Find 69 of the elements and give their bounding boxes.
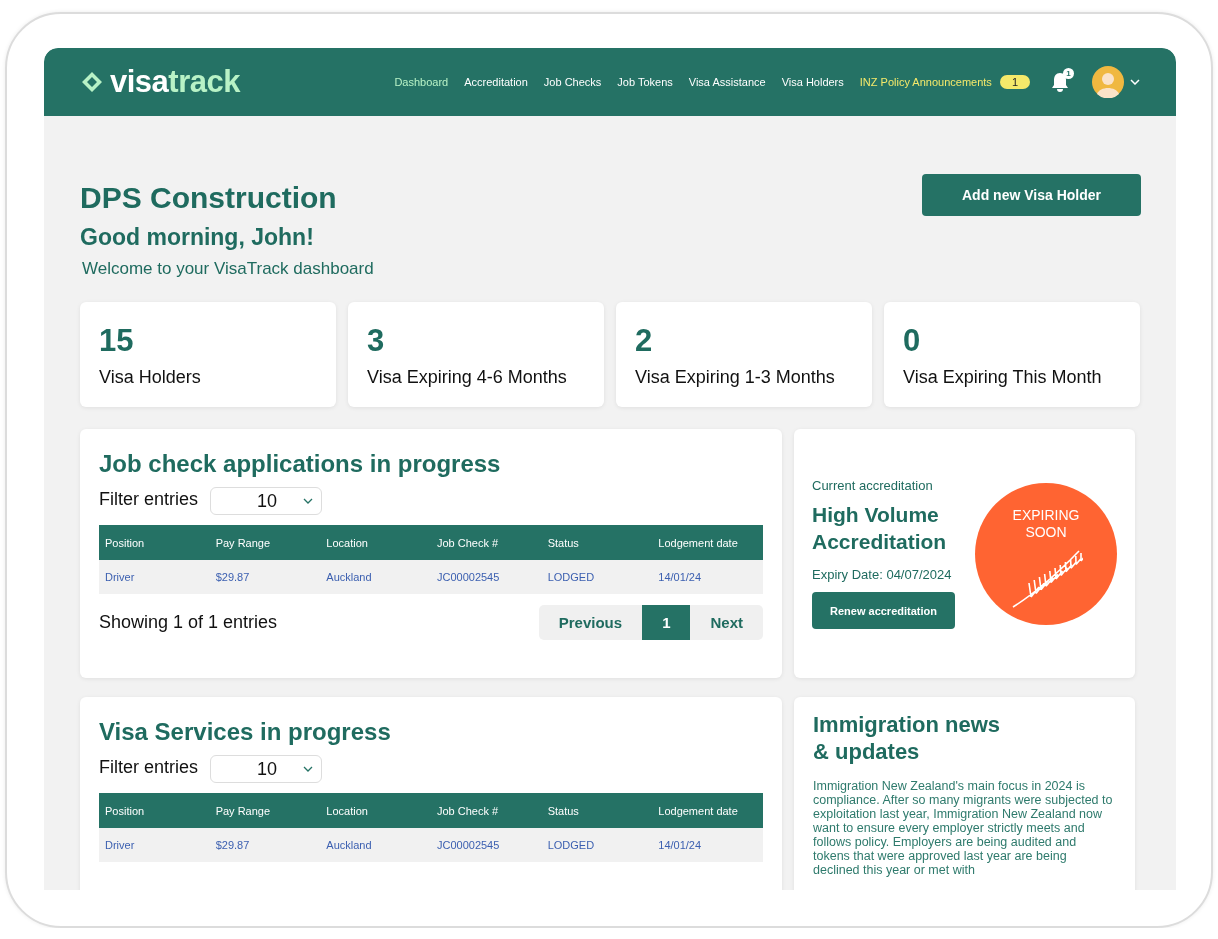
expiry-date: Expiry Date: 04/07/2024: [812, 567, 953, 582]
badge-text: EXPIRING SOON: [1011, 506, 1081, 541]
welcome-text: Welcome to your VisaTrack dashboard: [82, 259, 374, 279]
filter-label: Filter entries: [99, 488, 199, 510]
column-header: Location: [320, 525, 431, 560]
column-header: Pay Range: [209, 793, 321, 828]
column-header: Position: [99, 525, 210, 560]
pagination-button[interactable]: Previous: [538, 605, 643, 640]
stat-label: Visa Expiring 1-3 Months: [635, 367, 836, 388]
entries-dropdown[interactable]: 10: [210, 487, 323, 515]
table-cell[interactable]: Auckland: [320, 828, 431, 862]
filter-label: Filter entries: [99, 756, 199, 778]
entries-dropdown[interactable]: 10: [210, 755, 323, 783]
table-cell[interactable]: Auckland: [320, 560, 431, 594]
table-cell[interactable]: 14/01/24: [652, 828, 763, 862]
table-cell[interactable]: $29.87: [209, 828, 321, 862]
stat-label: Visa Holders: [99, 367, 202, 388]
card-title: Immigration news & updates: [813, 711, 1002, 765]
table-cell[interactable]: JC00002545: [430, 560, 542, 594]
news-text: Immigration New Zealand's main focus in 2024 is compliance. After so many migrants were subjected to exploitation last year, Immigration New Zealand now want to ensure every employer strictly meets and follows policy. Employers are being audited and tokens that were approved last year are being declined this year or met with: [813, 779, 1114, 877]
bell-icon[interactable]: [1050, 71, 1070, 93]
logo-text: visatrack: [110, 64, 240, 100]
column-header: Job Check #: [430, 793, 542, 828]
chevron-down-icon[interactable]: [1130, 79, 1140, 85]
table-cell[interactable]: 14/01/24: [652, 560, 763, 594]
table-cell[interactable]: LODGED: [541, 828, 653, 862]
stat-value: 0: [903, 324, 922, 358]
column-header: Pay Range: [209, 525, 321, 560]
nav-link[interactable]: Job Checks: [543, 76, 602, 88]
column-header: Position: [99, 793, 210, 828]
table-cell[interactable]: JC00002545: [430, 828, 542, 862]
diamond-logo-icon: [80, 70, 104, 94]
accreditation-label: Current accreditation: [812, 478, 934, 493]
add-visa-holder-button[interactable]: Add new Visa Holder: [922, 174, 1141, 216]
chevron-down-icon: [303, 498, 314, 504]
nav-link[interactable]: Accreditation: [464, 76, 528, 88]
nav-link[interactable]: INZ Policy Announcements: [859, 76, 992, 88]
chevron-down-icon: [303, 766, 314, 772]
nav-link[interactable]: Job Tokens: [617, 76, 673, 88]
column-header: Lodgement date: [652, 793, 763, 828]
renew-button[interactable]: Renew accreditation: [812, 592, 955, 629]
table-cell[interactable]: Driver: [99, 560, 210, 594]
nav-link[interactable]: Visa Holders: [781, 76, 844, 88]
card-title: Job check applications in progress: [99, 449, 502, 479]
count-badge: 1: [999, 75, 1030, 89]
table-cell[interactable]: Driver: [99, 828, 210, 862]
pagination-button[interactable]: 1: [642, 605, 691, 640]
avatar-icon[interactable]: [1092, 66, 1124, 98]
table-cell[interactable]: $29.87: [209, 560, 321, 594]
column-header: Lodgement date: [652, 525, 763, 560]
notification-count: 1: [1063, 68, 1074, 79]
accreditation-name: High Volume Accreditation: [812, 502, 948, 555]
company-name: DPS Construction: [80, 180, 338, 216]
column-header: Job Check #: [430, 525, 542, 560]
table-cell[interactable]: LODGED: [541, 560, 653, 594]
stat-value: 3: [367, 324, 386, 358]
stat-value: 15: [99, 324, 135, 358]
nav-link[interactable]: Visa Assistance: [688, 76, 766, 88]
entries-info: Showing 1 of 1 entries: [99, 612, 278, 633]
stat-label: Visa Expiring This Month: [903, 367, 1103, 388]
column-header: Location: [320, 793, 431, 828]
stat-label: Visa Expiring 4-6 Months: [367, 367, 568, 388]
stat-value: 2: [635, 324, 654, 358]
nav-link[interactable]: Dashboard: [394, 76, 449, 88]
column-header: Status: [541, 793, 653, 828]
pagination-button[interactable]: Next: [690, 605, 763, 640]
greeting-heading: Good morning, John!: [80, 224, 315, 251]
card-title: Visa Services in progress: [99, 717, 392, 747]
column-header: Status: [541, 525, 653, 560]
